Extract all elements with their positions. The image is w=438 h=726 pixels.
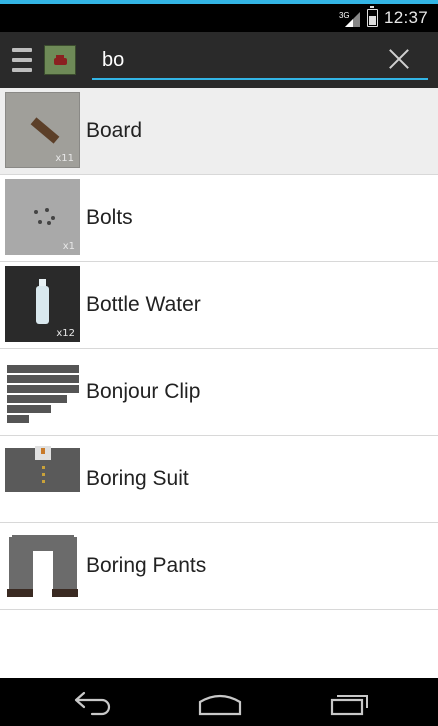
battery-icon <box>366 6 378 27</box>
action-bar <box>0 32 438 88</box>
list-item[interactable]: x1 Bolts <box>0 175 438 262</box>
list-item[interactable]: Bonjour Clip <box>0 349 438 436</box>
home-icon[interactable] <box>196 688 244 716</box>
bolts-thumbnail: x1 <box>5 179 80 255</box>
quantity-badge: x11 <box>55 153 74 164</box>
item-name: Board <box>86 119 143 142</box>
search-input[interactable] <box>92 44 382 76</box>
bottle-water-thumbnail: x12 <box>5 266 80 342</box>
item-name: Boring Pants <box>86 554 207 577</box>
search-field <box>92 44 428 80</box>
item-name: Bonjour Clip <box>86 380 201 403</box>
list-item[interactable]: Boring Suit <box>0 436 438 523</box>
recents-icon[interactable] <box>326 688 374 716</box>
quantity-badge: x12 <box>56 328 75 339</box>
board-thumbnail: x11 <box>5 92 80 168</box>
app-icon[interactable] <box>44 45 76 75</box>
list-item[interactable]: Boring Pants <box>0 523 438 610</box>
item-name: Boring Suit <box>86 467 189 490</box>
bonjour-clip-thumbnail <box>5 353 80 429</box>
item-name: Bottle Water <box>86 293 201 316</box>
item-name: Bolts <box>86 206 133 229</box>
back-icon[interactable] <box>68 688 116 716</box>
status-bar: 3G 12:37 <box>0 4 438 32</box>
list-item[interactable]: x11 Board <box>0 88 438 175</box>
list-item[interactable]: x12 Bottle Water <box>0 262 438 349</box>
quantity-badge: x1 <box>62 241 75 252</box>
navigation-bar <box>0 678 438 726</box>
signal-icon: 3G <box>339 8 361 28</box>
boring-pants-thumbnail <box>5 527 80 603</box>
item-list: x11 Board x1 Bolts x12 Bottle Water Bonj… <box>0 88 438 610</box>
close-icon[interactable] <box>388 48 410 70</box>
clock: 12:37 <box>383 8 428 27</box>
hamburger-icon[interactable] <box>12 45 32 75</box>
boring-suit-thumbnail <box>5 440 80 516</box>
